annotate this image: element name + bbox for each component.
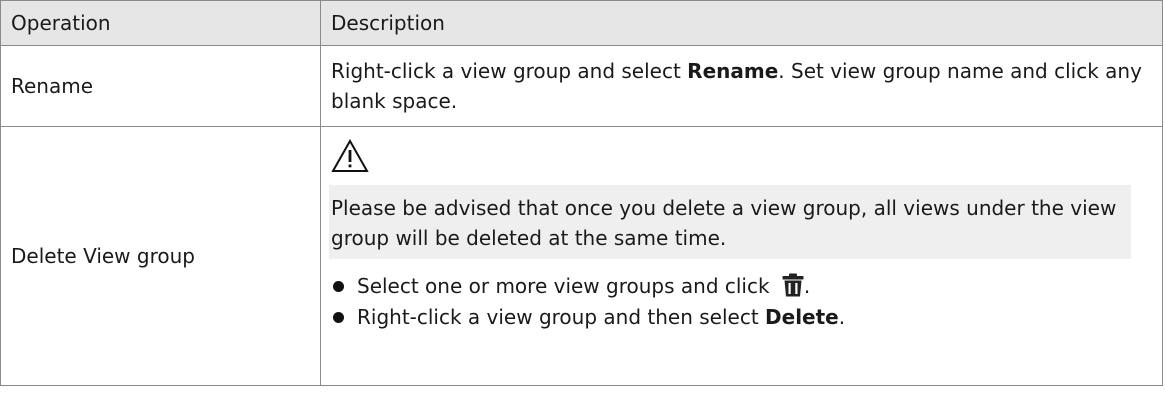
header-description: Description [320, 0, 1163, 46]
operation-delete-view-group: Delete View group [0, 126, 321, 386]
table-row-delete: Delete View group Please be advised that… [0, 126, 1163, 386]
operations-table: Operation Description Rename Right-click… [0, 0, 1163, 386]
rename-desc-before: Right-click a view group and select [331, 59, 688, 83]
table-header-row: Operation Description [0, 0, 1163, 46]
list-item-right-click-delete: Right-click a view group and then select… [331, 302, 1152, 333]
step2-bold: Delete [765, 305, 839, 329]
description-rename: Right-click a view group and select Rena… [320, 45, 1163, 127]
warning-triangle-icon [331, 139, 369, 172]
delete-steps-list: Select one or more view groups and click… [331, 271, 1152, 333]
step1-text-before: Select one or more view groups and click [357, 274, 776, 298]
list-item-select-and-click: Select one or more view groups and click… [331, 271, 1152, 302]
trash-icon[interactable] [782, 273, 804, 297]
step2-text-before: Right-click a view group and then select [357, 305, 766, 329]
description-delete: Please be advised that once you delete a… [320, 126, 1163, 386]
header-operation: Operation [0, 0, 321, 46]
rename-desc-bold: Rename [687, 59, 779, 83]
step2-text-after: . [838, 305, 846, 329]
delete-notice: Please be advised that once you delete a… [329, 185, 1131, 259]
table-row-rename: Rename Right-click a view group and sele… [0, 45, 1163, 127]
operation-rename: Rename [0, 45, 321, 127]
step1-text-after: . [803, 274, 811, 298]
